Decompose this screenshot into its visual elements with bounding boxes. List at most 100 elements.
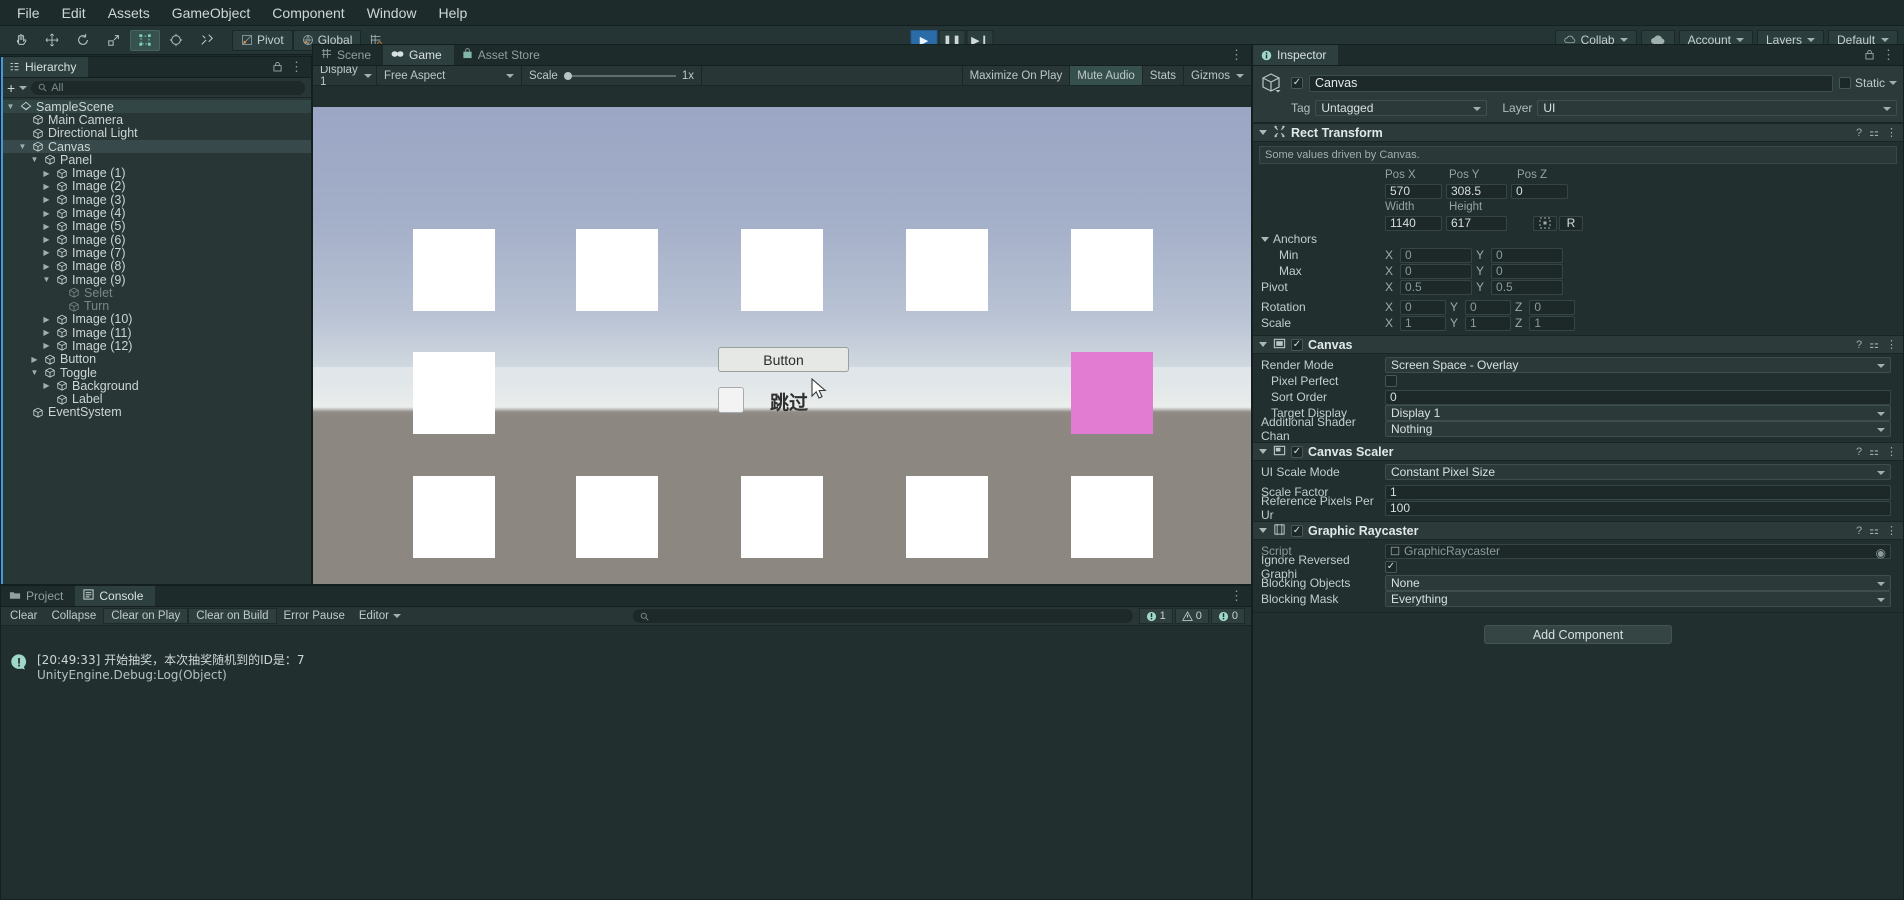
preset-icon[interactable]: ⚏ [1869, 524, 1879, 537]
blocking-objects-dropdown[interactable]: None [1385, 575, 1891, 591]
foldout-icon[interactable] [1259, 342, 1267, 347]
hierarchy-item-image-3[interactable]: ▶Image (3) [1, 193, 311, 206]
foldout-icon[interactable] [1261, 237, 1269, 242]
custom-tool-icon[interactable] [192, 30, 222, 51]
game-image-tile[interactable] [413, 229, 495, 311]
menu-item-window[interactable]: Window [356, 2, 428, 24]
help-icon[interactable]: ? [1856, 525, 1862, 537]
game-image-tile[interactable] [576, 476, 658, 558]
menu-item-component[interactable]: Component [261, 2, 355, 24]
game-image-tile[interactable] [413, 476, 495, 558]
move-tool-icon[interactable] [37, 30, 67, 51]
hierarchy-item-background[interactable]: ▶Background [1, 379, 311, 392]
game-image-tile[interactable] [1071, 476, 1153, 558]
hierarchy-item-button[interactable]: ▶Button [1, 353, 311, 366]
game-image-tile[interactable] [1071, 229, 1153, 311]
game-image-tile[interactable] [576, 229, 658, 311]
console-clear-button[interactable]: Clear [3, 608, 44, 624]
hierarchy-item-image-11[interactable]: ▶Image (11) [1, 326, 311, 339]
hierarchy-item-image-5[interactable]: ▶Image (5) [1, 220, 311, 233]
rotation-y-field[interactable]: 0 [1465, 300, 1511, 315]
foldout-icon[interactable] [1259, 130, 1267, 135]
tab-inspector[interactable]: Inspector [1253, 45, 1338, 65]
lock-icon[interactable] [1865, 48, 1874, 63]
hierarchy-item-image-1[interactable]: ▶Image (1) [1, 166, 311, 179]
add-component-button[interactable]: Add Component [1484, 625, 1672, 644]
hierarchy-item-image-4[interactable]: ▶Image (4) [1, 206, 311, 219]
static-toggle[interactable]: Static [1839, 76, 1897, 90]
expand-arrow-right-icon[interactable]: ▶ [41, 182, 52, 191]
game-image-tile[interactable] [906, 476, 988, 558]
expand-arrow-right-icon[interactable]: ▶ [41, 235, 52, 244]
expand-arrow-right-icon[interactable]: ▶ [41, 209, 52, 218]
log-count[interactable]: 1 [1139, 608, 1173, 624]
chevron-down-icon[interactable] [1889, 81, 1897, 85]
shader-channels-dropdown[interactable]: Nothing [1385, 421, 1891, 437]
expand-arrow-right-icon[interactable]: ▶ [41, 169, 52, 178]
hierarchy-item-image-2[interactable]: ▶Image (2) [1, 180, 311, 193]
stats-button[interactable]: Stats [1142, 66, 1183, 85]
expand-arrow-down-icon[interactable]: ▼ [29, 368, 40, 377]
game-image-tile[interactable] [741, 476, 823, 558]
create-button[interactable]: + [7, 81, 15, 95]
console-collapse-button[interactable]: Collapse [44, 608, 103, 624]
render-mode-dropdown[interactable]: Screen Space - Overlay [1385, 357, 1891, 373]
expand-arrow-down-icon[interactable]: ▼ [41, 275, 52, 284]
hierarchy-item-canvas[interactable]: ▼Canvas [1, 140, 311, 153]
game-render-area[interactable]: Button 跳过 [313, 107, 1251, 584]
aspect-dropdown[interactable]: Free Aspect [377, 66, 522, 85]
ui-scale-mode-dropdown[interactable]: Constant Pixel Size [1385, 464, 1891, 480]
component-header-canvas-scaler[interactable]: Canvas Scaler ? ⚏ ⋮ [1253, 442, 1903, 461]
hierarchy-item-image-10[interactable]: ▶Image (10) [1, 313, 311, 326]
layer-dropdown[interactable]: UI [1537, 100, 1897, 116]
sort-order-field[interactable]: 0 [1385, 390, 1891, 405]
height-field[interactable]: 617 [1446, 216, 1507, 231]
console-error-pause-button[interactable]: Error Pause [277, 608, 352, 624]
scale-tool-icon[interactable] [99, 30, 129, 51]
ignore-reversed-checkbox[interactable] [1385, 561, 1397, 573]
hierarchy-item-main-camera[interactable]: Main Camera [1, 113, 311, 126]
menu-item-help[interactable]: Help [427, 2, 478, 24]
game-button[interactable]: Button [718, 347, 849, 372]
expand-arrow-right-icon[interactable]: ▶ [41, 381, 52, 390]
game-image-tile[interactable] [741, 229, 823, 311]
foldout-icon[interactable] [1259, 449, 1267, 454]
anchors-foldout-row[interactable]: Anchors [1253, 231, 1903, 247]
expand-arrow-right-icon[interactable]: ▶ [41, 195, 52, 204]
object-name-field[interactable]: Canvas [1309, 75, 1833, 92]
expand-arrow-right-icon[interactable]: ▶ [29, 355, 40, 364]
rect-tool-icon[interactable] [130, 30, 160, 51]
anchor-min-x-field[interactable]: 0 [1400, 248, 1472, 263]
canvas-scaler-enabled-checkbox[interactable] [1291, 446, 1303, 458]
pos-x-field[interactable]: 570 [1385, 184, 1442, 199]
hierarchy-menu-icon[interactable]: ⋮ [290, 59, 303, 75]
width-field[interactable]: 1140 [1385, 216, 1442, 231]
object-picker-icon[interactable]: ◉ [1876, 546, 1886, 560]
hierarchy-search-input[interactable]: All [31, 81, 305, 95]
hierarchy-item-image-6[interactable]: ▶Image (6) [1, 233, 311, 246]
anchor-max-y-field[interactable]: 0 [1491, 264, 1563, 279]
expand-arrow-right-icon[interactable]: ▶ [41, 328, 52, 337]
pivot-x-field[interactable]: 0.5 [1400, 280, 1472, 295]
menu-item-file[interactable]: File [6, 2, 51, 24]
gizmos-button[interactable]: Gizmos [1183, 66, 1251, 85]
game-image-tile[interactable] [413, 352, 495, 434]
scale-z-field[interactable]: 1 [1529, 316, 1575, 331]
scale-factor-field[interactable]: 1 [1385, 485, 1891, 500]
hierarchy-item-image-8[interactable]: ▶Image (8) [1, 260, 311, 273]
hierarchy-item-toggle[interactable]: ▼Toggle [1, 366, 311, 379]
blocking-mask-dropdown[interactable]: Everything [1385, 591, 1891, 607]
pixel-perfect-checkbox[interactable] [1385, 375, 1397, 387]
component-header-rect-transform[interactable]: Rect Transform ? ⚏ ⋮ [1253, 123, 1903, 142]
hierarchy-item-panel[interactable]: ▼Panel [1, 153, 311, 166]
expand-arrow-right-icon[interactable]: ▶ [41, 222, 52, 231]
console-clear-on-build-button[interactable]: Clear on Build [188, 608, 276, 624]
pos-z-field[interactable]: 0 [1511, 184, 1568, 199]
foldout-icon[interactable] [1259, 528, 1267, 533]
gameview-menu-icon[interactable]: ⋮ [1230, 47, 1243, 63]
menu-item-edit[interactable]: Edit [51, 2, 97, 24]
inspector-menu-icon[interactable]: ⋮ [1882, 47, 1895, 63]
warning-count[interactable]: 0 [1175, 608, 1209, 624]
expand-arrow-right-icon[interactable]: ▶ [41, 262, 52, 271]
component-menu-icon[interactable]: ⋮ [1886, 338, 1897, 351]
